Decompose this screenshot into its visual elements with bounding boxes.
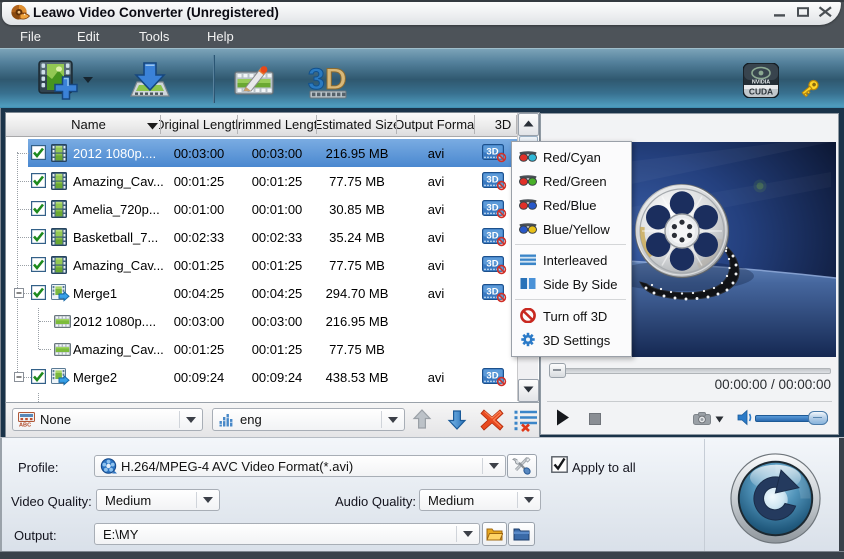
svg-text:NVIDIA: NVIDIA: [752, 80, 770, 86]
svg-text:3D: 3D: [486, 259, 498, 270]
svg-text:ABC: ABC: [19, 423, 31, 428]
svg-text:3D: 3D: [486, 231, 498, 242]
svg-text:3D: 3D: [486, 287, 498, 298]
svg-text:D: D: [325, 63, 347, 96]
svg-text:3D: 3D: [486, 175, 498, 186]
svg-text:3D: 3D: [486, 203, 498, 214]
svg-text:3: 3: [308, 63, 325, 96]
svg-text:3D: 3D: [486, 371, 498, 382]
svg-text:3D: 3D: [486, 147, 498, 158]
svg-text:CUDA: CUDA: [749, 87, 773, 97]
